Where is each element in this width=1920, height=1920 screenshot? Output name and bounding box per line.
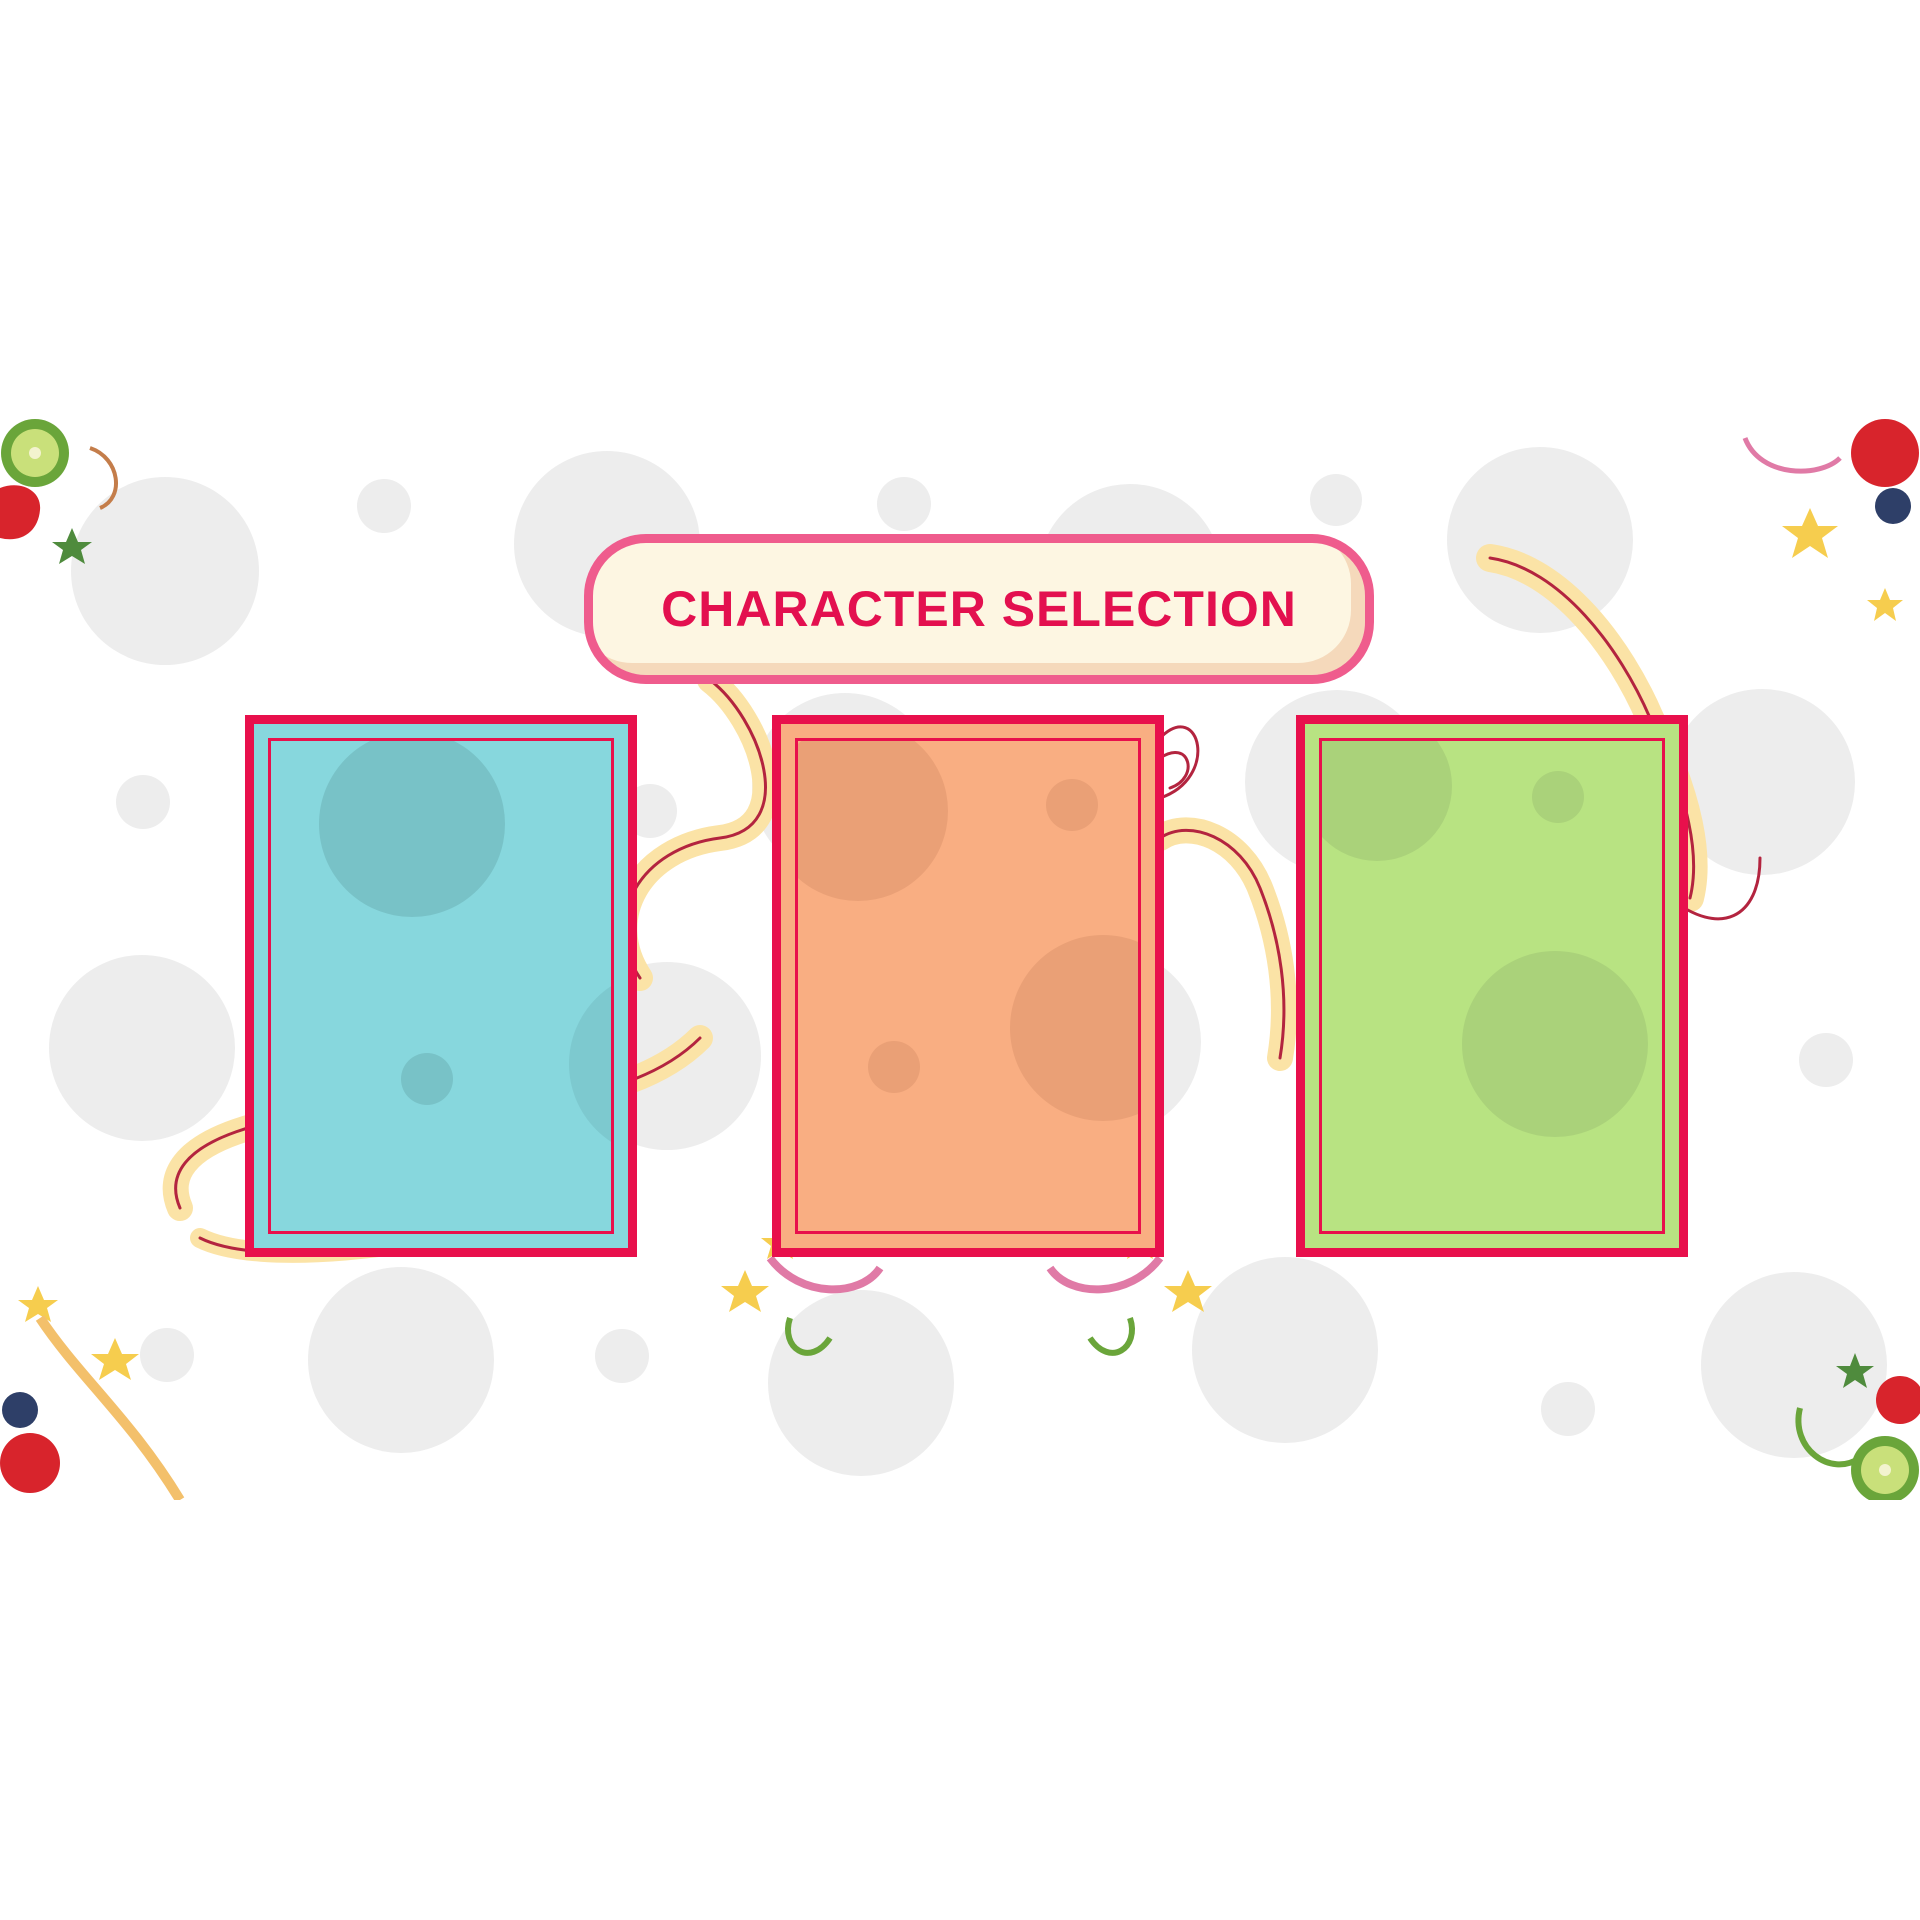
- character-slot-2[interactable]: [772, 715, 1164, 1257]
- swirl-ornament: [1087, 1317, 1135, 1356]
- star-icon: [721, 1270, 769, 1312]
- blueberry-icon: [2, 1392, 38, 1428]
- bg-circle: [595, 1329, 649, 1383]
- bg-circle: [877, 477, 931, 531]
- card-dot: [1532, 771, 1584, 823]
- star-icon: [1782, 508, 1838, 558]
- bg-circle: [49, 955, 235, 1141]
- star-icon: [18, 1286, 58, 1322]
- kiwi-icon: [29, 447, 41, 459]
- character-slot-frame: [795, 738, 1141, 1234]
- bg-circle: [357, 479, 411, 533]
- card-dot: [569, 971, 611, 1157]
- card-dot: [319, 741, 505, 917]
- card-dot: [798, 741, 948, 901]
- strawberry-icon: [1851, 419, 1919, 487]
- bg-circle: [1541, 1382, 1595, 1436]
- bg-circle: [71, 477, 259, 665]
- bg-circle: [1192, 1257, 1378, 1443]
- bg-circle: [1447, 447, 1633, 633]
- character-selection-screen: CHARACTER SELECTION: [0, 418, 1920, 1500]
- swirl-ornament: [1742, 436, 1842, 474]
- swirl-ornament: [1046, 1255, 1164, 1294]
- card-dot: [1462, 951, 1648, 1137]
- blueberry-icon: [1875, 488, 1911, 524]
- star-icon: [1867, 588, 1903, 621]
- character-slot-1[interactable]: [245, 715, 637, 1257]
- strawberry-icon: [0, 485, 41, 540]
- bg-circle: [1799, 1033, 1853, 1087]
- swirl-ornament: [89, 446, 118, 510]
- star-icon: [91, 1338, 139, 1380]
- bg-circle: [116, 775, 170, 829]
- character-slot-frame: [1319, 738, 1665, 1234]
- bg-circle: [308, 1267, 494, 1453]
- character-slot-frame: [268, 738, 614, 1234]
- character-slot-3[interactable]: [1296, 715, 1688, 1257]
- kiwi-icon: [1879, 1464, 1891, 1476]
- bg-circle: [768, 1290, 954, 1476]
- card-dot: [1046, 779, 1098, 831]
- card-dot: [401, 1053, 453, 1105]
- screen-title: CHARACTER SELECTION: [661, 581, 1297, 637]
- ribbon-swirl: [1158, 725, 1200, 800]
- card-dot: [1010, 935, 1138, 1121]
- bg-circle: [140, 1328, 194, 1382]
- title-banner: CHARACTER SELECTION: [584, 534, 1374, 684]
- game-screen: CHARACTER SELECTION: [0, 0, 1920, 1920]
- swirl-ornament: [766, 1255, 884, 1294]
- strawberry-icon: [0, 1433, 60, 1493]
- bg-circle: [1310, 474, 1362, 526]
- card-dot: [1322, 741, 1452, 861]
- card-dot: [868, 1041, 920, 1093]
